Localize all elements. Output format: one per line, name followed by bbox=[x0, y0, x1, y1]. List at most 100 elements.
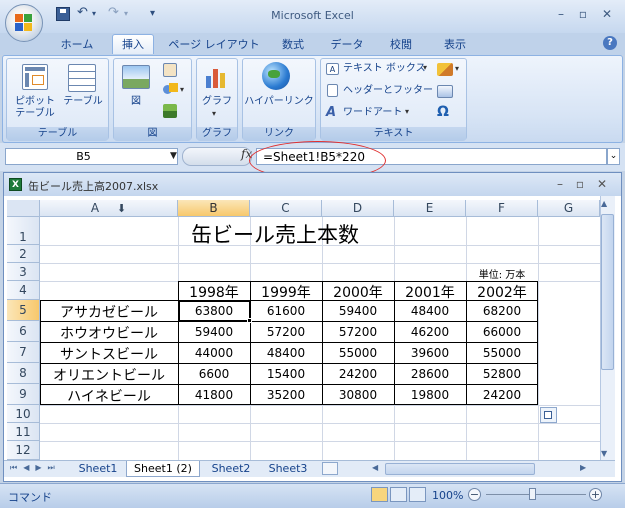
zoom-level[interactable]: 100% bbox=[432, 489, 463, 502]
shapes-icon[interactable] bbox=[163, 83, 179, 97]
column-header-g[interactable]: G bbox=[538, 200, 600, 217]
row-header-6[interactable]: 6 bbox=[7, 321, 40, 342]
wb-restore-icon[interactable]: ▫ bbox=[573, 177, 587, 191]
expand-formula-bar-icon[interactable]: ⌄ bbox=[607, 148, 620, 165]
textbox-button[interactable]: テキスト ボックス bbox=[343, 63, 426, 75]
data-cell[interactable]: 59400 bbox=[178, 325, 250, 339]
zoom-slider-track[interactable] bbox=[486, 494, 586, 495]
sheet-nav-icons[interactable]: ⏮◀▶⏭ bbox=[10, 463, 61, 473]
scroll-right-icon[interactable]: ▶ bbox=[580, 463, 586, 472]
signature-line-icon[interactable] bbox=[437, 63, 453, 76]
header-footer-button[interactable]: ヘッダーとフッター bbox=[343, 85, 433, 97]
hyperlink-globe-icon[interactable] bbox=[262, 62, 290, 90]
tab-view[interactable]: 表示 bbox=[434, 35, 476, 55]
chart-icon[interactable] bbox=[204, 64, 228, 88]
data-cell[interactable]: 44000 bbox=[178, 346, 250, 360]
data-cell[interactable]: 57200 bbox=[322, 325, 394, 339]
zoom-slider-thumb[interactable] bbox=[529, 488, 536, 500]
header-footer-icon[interactable] bbox=[327, 84, 338, 97]
data-cell[interactable]: 52800 bbox=[466, 367, 538, 381]
wb-close-icon[interactable]: ✕ bbox=[595, 177, 609, 191]
data-cell[interactable]: 28600 bbox=[394, 367, 466, 381]
textbox-dropdown-icon[interactable]: ▾ bbox=[423, 63, 427, 72]
year-header[interactable]: 1999年 bbox=[250, 282, 322, 302]
brand-name[interactable]: ホウオウビール bbox=[40, 323, 178, 343]
signature-dropdown-icon[interactable]: ▾ bbox=[455, 64, 459, 73]
row-header-3[interactable]: 3 bbox=[7, 263, 40, 281]
tab-page-layout[interactable]: ページ レイアウト bbox=[168, 35, 260, 55]
row-header-4[interactable]: 4 bbox=[7, 281, 40, 300]
wordart-icon[interactable]: A bbox=[326, 106, 340, 119]
data-cell[interactable]: 15400 bbox=[250, 367, 322, 381]
year-header[interactable]: 2001年 bbox=[394, 282, 466, 302]
restore-icon[interactable]: ▫ bbox=[575, 7, 591, 21]
row-header-1[interactable]: 1 bbox=[7, 217, 40, 245]
data-cell[interactable]: 24200 bbox=[322, 367, 394, 381]
vertical-scroll-thumb[interactable] bbox=[601, 214, 614, 370]
brand-name[interactable]: オリエントビール bbox=[40, 365, 178, 385]
fill-handle[interactable] bbox=[247, 318, 252, 323]
row-header-8[interactable]: 8 bbox=[7, 363, 40, 384]
data-cell[interactable]: 35200 bbox=[250, 388, 322, 402]
paste-options-icon[interactable] bbox=[540, 407, 557, 423]
sheet-tab[interactable]: Sheet1 bbox=[72, 461, 124, 477]
row-header-10[interactable]: 10 bbox=[7, 405, 40, 423]
pivot-table-icon[interactable] bbox=[22, 64, 48, 90]
insert-sheet-icon[interactable] bbox=[322, 462, 338, 475]
row-header-11[interactable]: 11 bbox=[7, 423, 40, 441]
horizontal-scroll-thumb[interactable] bbox=[385, 463, 535, 475]
data-cell[interactable]: 61600 bbox=[250, 304, 322, 318]
shapes-dropdown-icon[interactable]: ▾ bbox=[180, 85, 184, 94]
wordart-dropdown-icon[interactable]: ▾ bbox=[405, 107, 409, 116]
data-cell[interactable]: 46200 bbox=[394, 325, 466, 339]
pivot-table-button[interactable]: ピボット テーブル bbox=[10, 96, 60, 120]
name-box[interactable]: B5 ▼ bbox=[5, 148, 178, 165]
column-header-d[interactable]: D bbox=[322, 200, 394, 217]
row-header-7[interactable]: 7 bbox=[7, 342, 40, 363]
column-header-f[interactable]: F bbox=[466, 200, 538, 217]
brand-name[interactable]: アサカゼビール bbox=[40, 302, 178, 322]
table-button[interactable]: テーブル bbox=[60, 96, 106, 108]
page-layout-view-icon[interactable] bbox=[390, 487, 407, 502]
sheet-tab-active[interactable]: Sheet1 (2) bbox=[126, 461, 200, 477]
zoom-in-icon[interactable]: + bbox=[589, 488, 602, 501]
row-header-2[interactable]: 2 bbox=[7, 245, 40, 263]
select-all-corner[interactable] bbox=[7, 200, 40, 217]
data-cell[interactable]: 24200 bbox=[466, 388, 538, 402]
data-cell[interactable]: 48400 bbox=[394, 304, 466, 318]
data-cell[interactable]: 6600 bbox=[178, 367, 250, 381]
column-header-c[interactable]: C bbox=[250, 200, 322, 217]
office-button[interactable] bbox=[5, 4, 43, 42]
data-cell[interactable]: 41800 bbox=[178, 388, 250, 402]
row-header-5[interactable]: 5 bbox=[7, 300, 40, 321]
zoom-out-icon[interactable]: − bbox=[468, 488, 481, 501]
brand-name[interactable]: サントスビール bbox=[40, 344, 178, 364]
data-cell[interactable]: 66000 bbox=[466, 325, 538, 339]
year-header[interactable]: 2002年 bbox=[466, 282, 538, 302]
scroll-down-icon[interactable]: ▼ bbox=[601, 449, 607, 458]
year-header[interactable]: 2000年 bbox=[322, 282, 394, 302]
brand-name[interactable]: ハイネビール bbox=[40, 386, 178, 406]
column-header-e[interactable]: E bbox=[394, 200, 466, 217]
row-header-12[interactable]: 12 bbox=[7, 441, 40, 460]
smartart-icon[interactable] bbox=[163, 104, 177, 118]
help-icon[interactable]: ? bbox=[603, 36, 617, 50]
clip-art-icon[interactable] bbox=[163, 63, 177, 77]
row-header-9[interactable]: 9 bbox=[7, 384, 40, 405]
tab-formulas[interactable]: 数式 bbox=[272, 35, 314, 55]
tab-review[interactable]: 校閲 bbox=[380, 35, 422, 55]
hyperlink-button[interactable]: ハイパーリンク bbox=[242, 96, 316, 108]
tab-insert[interactable]: 挿入 bbox=[112, 34, 154, 54]
normal-view-icon[interactable] bbox=[371, 487, 388, 502]
sheet-tab[interactable]: Sheet3 bbox=[262, 461, 314, 477]
chart-button[interactable]: グラフ bbox=[198, 96, 236, 108]
textbox-icon[interactable]: A bbox=[326, 63, 339, 75]
data-cell[interactable]: 59400 bbox=[322, 304, 394, 318]
picture-icon[interactable] bbox=[122, 65, 150, 89]
name-box-dropdown-icon[interactable]: ▼ bbox=[170, 151, 177, 161]
wordart-button[interactable]: ワードアート bbox=[343, 107, 402, 119]
page-break-view-icon[interactable] bbox=[409, 487, 426, 502]
table-icon[interactable] bbox=[68, 64, 96, 92]
wb-minimize-icon[interactable]: – bbox=[553, 177, 567, 191]
column-header-b[interactable]: B bbox=[178, 200, 250, 217]
